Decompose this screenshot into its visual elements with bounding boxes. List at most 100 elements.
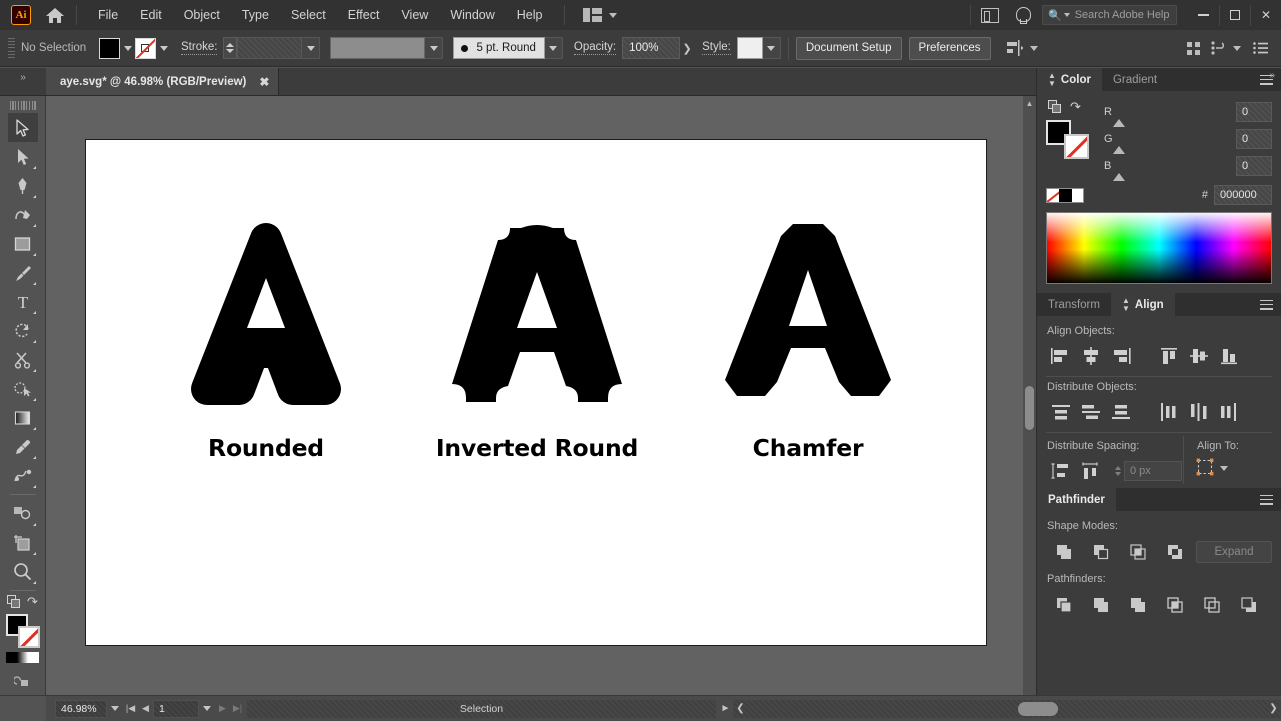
brush-dropdown-arrow[interactable] [545,37,563,59]
search-input[interactable] [1075,9,1171,21]
transform-arrange-icon[interactable] [1206,36,1232,60]
preferences-button[interactable]: Preferences [909,37,991,60]
g-slider-knob[interactable] [1113,146,1125,154]
arrange-grid-icon[interactable] [1180,36,1206,60]
document-setup-button[interactable]: Document Setup [796,37,902,60]
scroll-left-button[interactable]: ❮ [733,703,748,714]
canvas-area[interactable]: Rounded Inverted Round Chamfer [46,96,1036,695]
align-horizontal-center-icon[interactable] [1076,343,1106,369]
status-expand-arrow[interactable]: ► [718,703,733,714]
panel-menu-icon[interactable] [1260,300,1273,310]
blend-tool[interactable] [8,461,38,490]
artboard-tool[interactable] [8,528,38,557]
intersect-icon[interactable] [1120,538,1157,566]
brush-definition-dropdown[interactable]: 5 pt. Round [453,37,544,59]
distribute-right-icon[interactable] [1214,399,1244,425]
stroke-profile-dropdown[interactable] [425,37,443,59]
swap-fill-stroke-icon[interactable]: ↷ [27,595,38,608]
status-text-field[interactable]: Selection [247,700,716,718]
stroke-dropdown-arrow[interactable] [156,38,171,59]
distribute-vertical-center-icon[interactable] [1076,399,1106,425]
curvature-tool[interactable] [8,200,38,229]
artboard-number-field[interactable]: 1 [153,700,199,718]
maximize-button[interactable] [1219,5,1250,26]
chevron-down-icon[interactable] [1220,466,1228,471]
scissors-tool[interactable] [8,345,38,374]
menu-item-help[interactable]: Help [506,4,554,26]
merge-icon[interactable] [1120,591,1157,619]
opacity-label[interactable]: Opacity: [574,41,616,55]
swatch-black[interactable] [1059,189,1072,202]
tab-align[interactable]: ▲▼ Align [1111,293,1175,316]
minus-back-icon[interactable] [1231,591,1268,619]
horizontal-scrollbar[interactable]: ❮ ❯ [733,700,1281,718]
distribute-top-icon[interactable] [1046,399,1076,425]
fill-stroke-toggle-icon[interactable] [1048,100,1061,113]
fill-color-swatch[interactable] [99,38,120,59]
unite-icon[interactable] [1046,538,1083,566]
quick-swatches[interactable] [1046,188,1084,203]
tab-color[interactable]: ▲▼ Color [1037,68,1102,91]
scroll-right-button[interactable]: ❯ [1266,703,1281,714]
swap-fill-stroke-icon[interactable]: ↷ [1070,100,1081,113]
exclude-icon[interactable] [1157,538,1194,566]
b-slider-knob[interactable] [1113,173,1125,181]
zoom-tool[interactable] [8,557,38,586]
shape-builder-tool[interactable] [8,374,38,403]
menu-item-window[interactable]: Window [439,4,505,26]
eyedropper-tool[interactable] [8,432,38,461]
trim-icon[interactable] [1083,591,1120,619]
distribute-horizontal-center-icon[interactable] [1184,399,1214,425]
align-panel-icon[interactable] [1002,36,1028,60]
canvas-vertical-scrollbar[interactable]: ▲ [1023,96,1036,695]
color-spectrum-picker[interactable] [1046,212,1272,284]
divide-icon[interactable] [1046,591,1083,619]
menu-item-file[interactable]: File [87,4,129,26]
horizontal-scroll-thumb[interactable] [1018,702,1058,716]
color-stroke-swatch[interactable] [1064,134,1089,159]
menu-item-edit[interactable]: Edit [129,4,173,26]
style-label[interactable]: Style: [702,41,731,55]
pen-tool[interactable] [8,171,38,200]
arrange-documents-icon[interactable] [583,8,617,22]
align-to-selection-icon[interactable] [1196,458,1239,478]
vertical-scroll-thumb[interactable] [1025,386,1034,430]
rotate-tool[interactable] [8,316,38,345]
align-dropdown-chevron[interactable] [1030,46,1038,51]
minus-front-icon[interactable] [1083,538,1120,566]
swatch-none[interactable] [1047,189,1059,202]
spacing-stepper[interactable] [1111,461,1124,481]
letter-cell-chamfer[interactable]: Chamfer [688,216,928,462]
distribute-bottom-icon[interactable] [1106,399,1136,425]
graphic-style-swatch[interactable] [737,37,763,59]
fill-dropdown-arrow[interactable] [120,38,135,59]
stroke-color-box[interactable] [18,626,40,648]
hex-value-field[interactable]: 000000 [1214,185,1272,205]
swatch-white[interactable] [1072,189,1084,202]
close-button[interactable]: ✕ [1250,5,1281,26]
stroke-color-swatch[interactable] [135,38,156,59]
stroke-weight-field[interactable] [237,37,302,59]
distribute-vertical-space-icon[interactable] [1046,458,1076,484]
toolbar-collapse-toggle[interactable]: » [0,68,46,95]
search-adobe-help-box[interactable]: 🔍 [1042,5,1177,25]
minimize-button[interactable] [1188,5,1219,26]
panel-menu-icon[interactable] [1260,495,1273,505]
screen-mode-tool[interactable] [8,667,38,696]
default-fill-stroke-icon[interactable] [7,595,20,608]
stroke-weight-stepper[interactable] [223,37,237,59]
artboard-dropdown-arrow[interactable] [199,700,215,718]
gradient-tool[interactable] [8,403,38,432]
workspace-switcher-icon[interactable] [981,8,999,23]
dock-collapse-toggle[interactable]: » [1269,70,1275,81]
expand-button[interactable]: Expand [1196,541,1272,563]
discover-bulb-icon[interactable] [1016,7,1029,24]
spacing-value-field[interactable]: 0 px [1124,461,1182,481]
outline-icon[interactable] [1194,591,1231,619]
menu-item-effect[interactable]: Effect [337,4,391,26]
zoom-dropdown-arrow[interactable] [107,700,123,718]
menu-item-select[interactable]: Select [280,4,337,26]
align-vertical-center-icon[interactable] [1184,343,1214,369]
g-value-field[interactable]: 0 [1236,129,1272,149]
stroke-profile-field[interactable] [330,37,425,59]
